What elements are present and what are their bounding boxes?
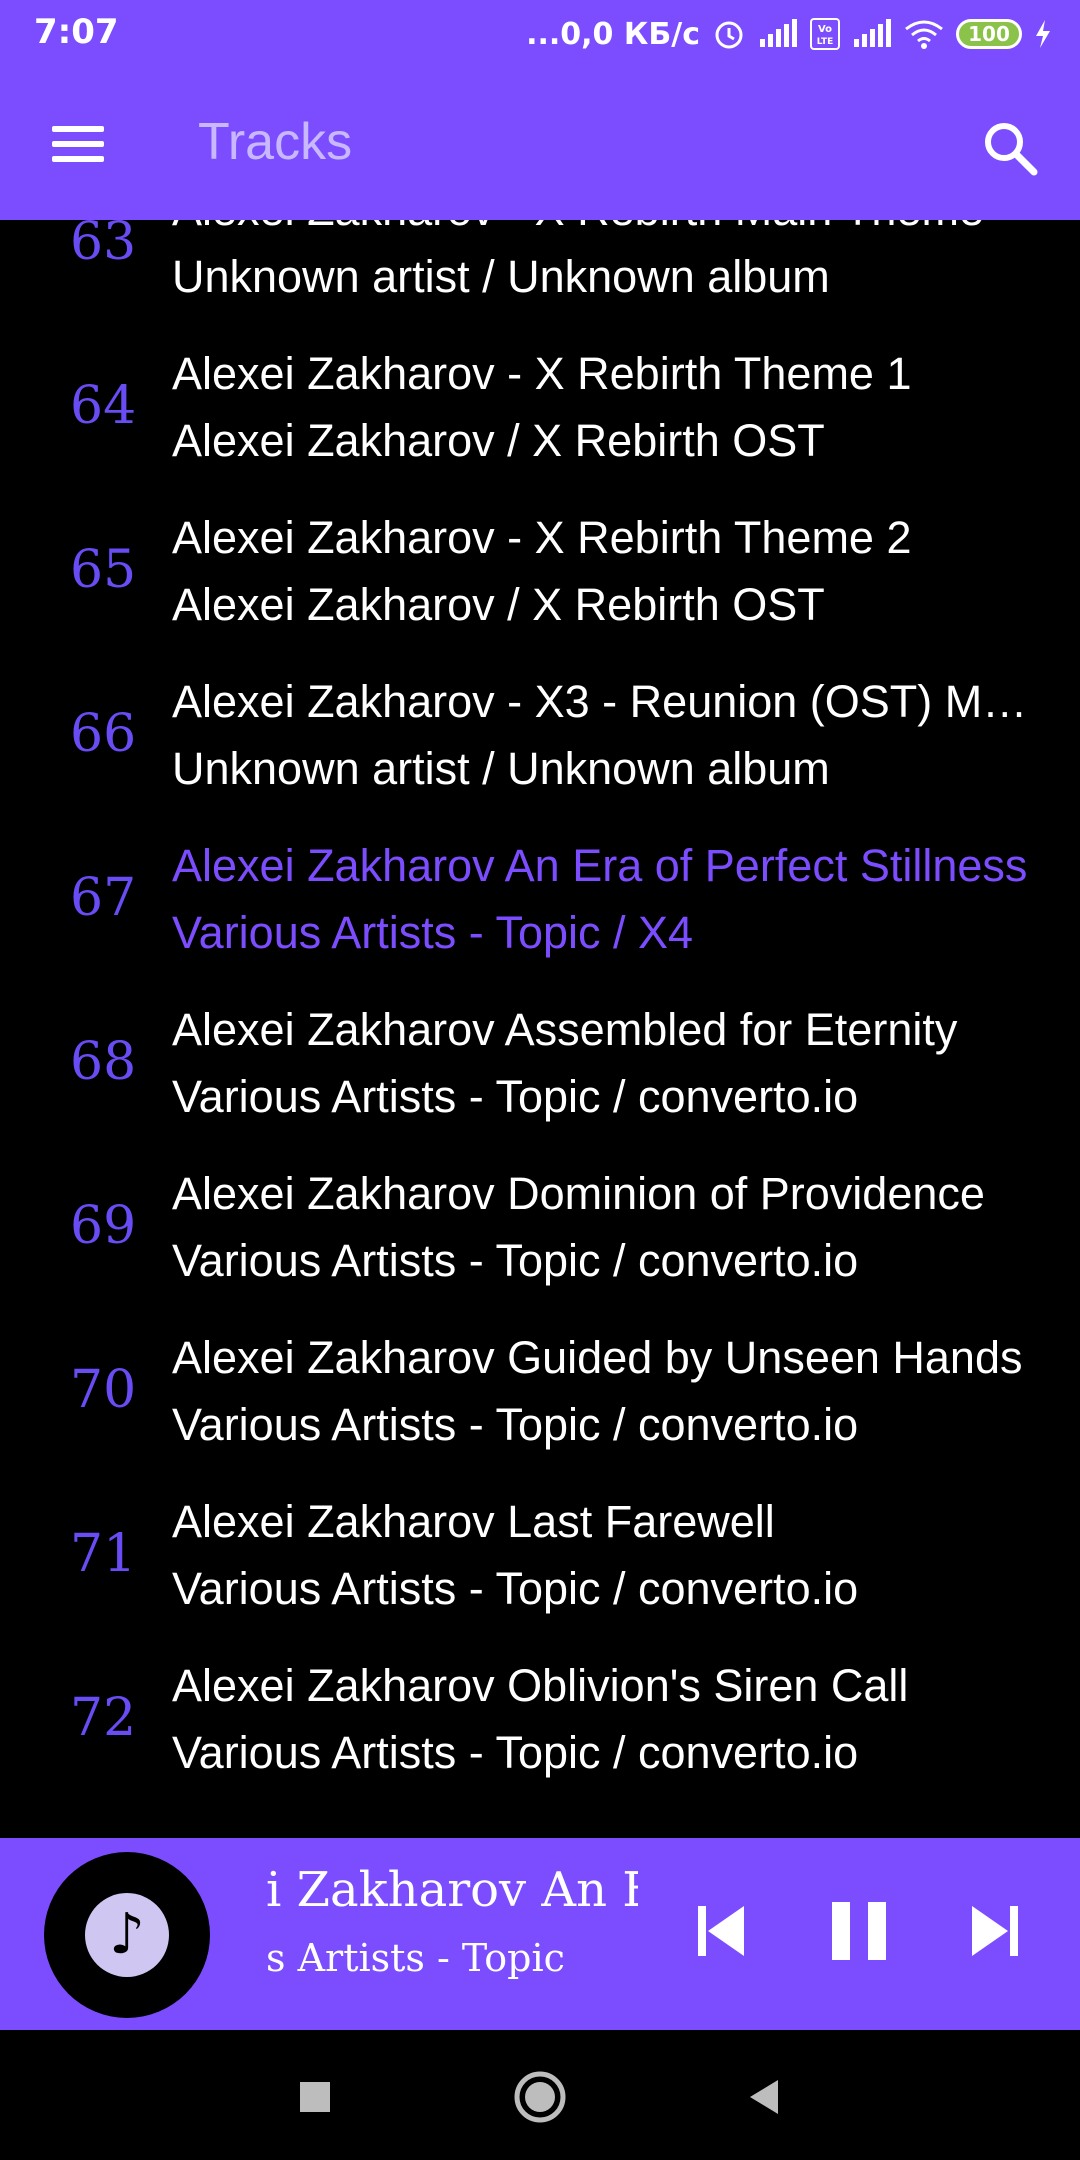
- track-title: Alexei Zakharov Assembled for Eternity: [172, 1004, 958, 1055]
- signal-icon-2: [852, 19, 892, 49]
- track-number: 72: [70, 1688, 137, 1748]
- search-icon[interactable]: [974, 112, 1046, 184]
- battery-level: 100: [968, 22, 1010, 46]
- track-number: 65: [70, 540, 137, 600]
- track-row-66[interactable]: 66 Alexei Zakharov - X3 - Reunion (OST) …: [0, 660, 1080, 824]
- album-art[interactable]: ♪: [44, 1852, 210, 2018]
- volte-icon: Vo LTE: [810, 18, 840, 50]
- track-title: Alexei Zakharov Oblivion's Siren Call: [172, 1660, 909, 1711]
- hamburger-menu-icon[interactable]: [40, 108, 112, 180]
- track-subtitle: Various Artists - Topic / converto.io: [172, 1563, 859, 1614]
- wifi-icon: [904, 19, 944, 49]
- track-row-68[interactable]: 68 Alexei Zakharov Assembled for Eternit…: [0, 988, 1080, 1152]
- system-nav-bar: [0, 2030, 1080, 2160]
- charging-icon: [1034, 19, 1052, 49]
- track-row-69[interactable]: 69 Alexei Zakharov Dominion of Providenc…: [0, 1152, 1080, 1316]
- track-number: 63: [70, 220, 137, 272]
- track-subtitle: Various Artists - Topic / X4: [172, 907, 694, 958]
- alarm-icon: [712, 17, 746, 51]
- back-triangle-icon[interactable]: [730, 2062, 800, 2132]
- track-subtitle: Unknown artist / Unknown album: [172, 251, 830, 302]
- track-subtitle: Various Artists - Topic / converto.io: [172, 1071, 859, 1122]
- track-number: 67: [70, 868, 137, 928]
- home-circle-icon[interactable]: [505, 2062, 575, 2132]
- track-row-67-playing[interactable]: 67 Alexei Zakharov An Era of Perfect Sti…: [0, 824, 1080, 988]
- track-number: 70: [70, 1360, 137, 1420]
- signal-icon: [758, 19, 798, 49]
- track-subtitle: Various Artists - Topic / converto.io: [172, 1235, 859, 1286]
- skip-previous-icon[interactable]: [676, 1886, 766, 1976]
- recents-square-icon[interactable]: [280, 2062, 350, 2132]
- track-row-70[interactable]: 70 Alexei Zakharov Guided by Unseen Hand…: [0, 1316, 1080, 1480]
- track-number: 71: [70, 1524, 137, 1584]
- svg-text:Vo: Vo: [818, 24, 832, 35]
- track-title: Alexei Zakharov Dominion of Providence: [172, 1168, 985, 1219]
- track-number: 66: [70, 704, 137, 764]
- mini-player[interactable]: ♪ i Zakharov An Er s Artists - Topic: [0, 1838, 1080, 2030]
- track-row-65[interactable]: 65 Alexei Zakharov - X Rebirth Theme 2 A…: [0, 496, 1080, 660]
- now-playing-artist: s Artists - Topic: [266, 1936, 565, 1980]
- svg-text:LTE: LTE: [817, 37, 834, 47]
- now-playing-title: i Zakharov An Er: [266, 1862, 638, 1918]
- track-subtitle: Alexei Zakharov / X Rebirth OST: [172, 579, 825, 630]
- now-playing-info[interactable]: i Zakharov An Er s Artists - Topic: [238, 1852, 638, 2012]
- track-row-63[interactable]: 63 Alexei Zakharov - X Rebirth Main Them…: [0, 220, 1080, 332]
- track-number: 64: [70, 376, 137, 436]
- track-title: Alexei Zakharov - X3 - Reunion (OST) Mai…: [172, 676, 1042, 727]
- pause-icon[interactable]: [814, 1886, 904, 1976]
- battery-icon: 100: [956, 19, 1022, 49]
- page-title: Tracks: [198, 113, 353, 171]
- track-list[interactable]: 63 Alexei Zakharov - X Rebirth Main Them…: [0, 220, 1080, 1838]
- top-bar: 7:07 ...0,0 КБ/с Vo LTE 100 Tracks: [0, 0, 1080, 220]
- track-title: Alexei Zakharov An Era of Perfect Stilln…: [172, 840, 1028, 891]
- track-title: Alexei Zakharov - X Rebirth Theme 2: [172, 512, 912, 563]
- track-subtitle: Various Artists - Topic / converto.io: [172, 1727, 859, 1778]
- track-subtitle: Various Artists - Topic / converto.io: [172, 1399, 859, 1450]
- status-icons: ...0,0 КБ/с Vo LTE 100: [526, 12, 1052, 56]
- track-row-71[interactable]: 71 Alexei Zakharov Last Farewell Various…: [0, 1480, 1080, 1644]
- status-time: 7:07: [34, 12, 119, 52]
- track-title: Alexei Zakharov Last Farewell: [172, 1496, 775, 1547]
- track-title: Alexei Zakharov Guided by Unseen Hands: [172, 1332, 1023, 1383]
- track-number: 68: [70, 1032, 137, 1092]
- track-number: 69: [70, 1196, 137, 1256]
- track-subtitle: Unknown artist / Unknown album: [172, 743, 830, 794]
- track-title: Alexei Zakharov - X Rebirth Theme 1: [172, 348, 912, 399]
- network-speed: ...0,0 КБ/с: [526, 16, 700, 52]
- skip-next-icon[interactable]: [950, 1886, 1040, 1976]
- app-bar: Tracks: [0, 68, 1080, 220]
- status-bar: 7:07 ...0,0 КБ/с Vo LTE 100: [0, 0, 1080, 68]
- track-row-72[interactable]: 72 Alexei Zakharov Oblivion's Siren Call…: [0, 1644, 1080, 1808]
- music-note-icon: ♪: [85, 1893, 169, 1977]
- track-title: Alexei Zakharov - X Rebirth Main Theme: [172, 220, 1042, 236]
- track-row-64[interactable]: 64 Alexei Zakharov - X Rebirth Theme 1 A…: [0, 332, 1080, 496]
- track-subtitle: Alexei Zakharov / X Rebirth OST: [172, 415, 825, 466]
